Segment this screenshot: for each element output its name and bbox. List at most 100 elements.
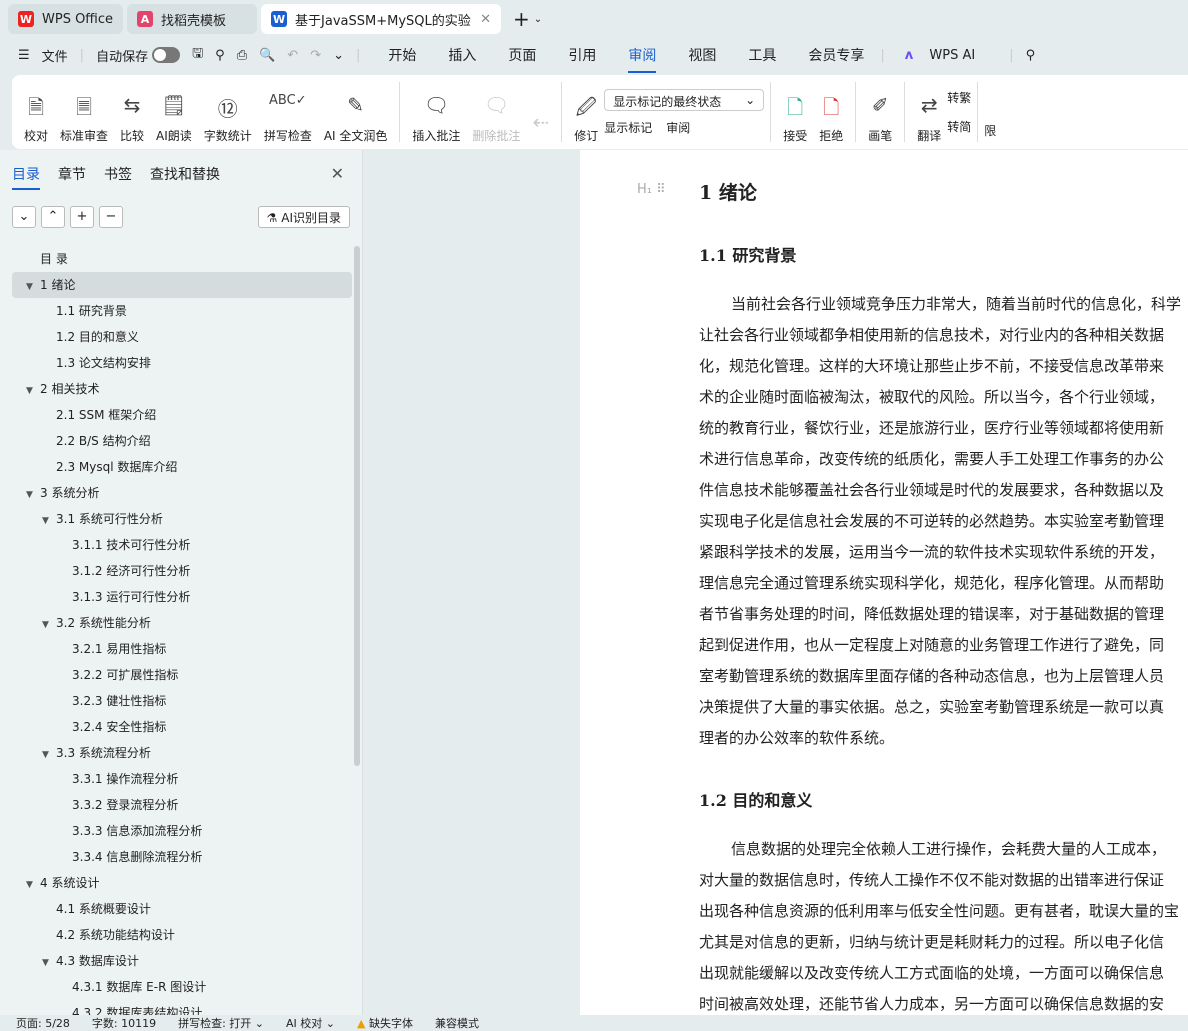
standard-review-button[interactable]: 🗏 标准审查: [54, 80, 114, 144]
toc-item[interactable]: ▼ 3.1 系统可行性分析: [12, 506, 352, 532]
translate-button[interactable]: ⇄ 翻译: [911, 80, 947, 144]
pen-button[interactable]: ✐ 画笔: [862, 80, 898, 144]
close-icon[interactable]: ✕: [480, 12, 491, 27]
share-icon[interactable]: ⚲: [215, 48, 225, 63]
toc-item[interactable]: 3.1.1 技术可行性分析: [12, 532, 352, 558]
markup-state-dropdown[interactable]: 显示标记的最终状态 ⌄: [604, 88, 765, 111]
save-icon[interactable]: 🖫: [192, 44, 203, 66]
toc-item[interactable]: 3.3.4 信息删除流程分析: [12, 844, 352, 870]
delete-comment-button[interactable]: 🗨 删除批注: [466, 80, 526, 144]
autosave-toggle[interactable]: [152, 47, 181, 63]
undo-icon[interactable]: ↶: [287, 48, 298, 63]
collapse-caret-icon[interactable]: ▼: [26, 872, 40, 898]
document-page[interactable]: H₁ ⠿ 1 绪论 1.1 研究背景 当前社会各行业领域竞争压力非常大，随着当前…: [580, 150, 1188, 1015]
tab-member[interactable]: 会员专享: [808, 45, 864, 65]
expand-down-button[interactable]: ⌄: [12, 206, 36, 228]
toc-item[interactable]: ▼ 3 系统分析: [12, 480, 352, 506]
collapse-caret-icon[interactable]: ▼: [42, 612, 56, 638]
pane-tab-chapters[interactable]: 章节: [58, 164, 86, 190]
toc-item[interactable]: ▼ 4.3 数据库设计: [12, 948, 352, 974]
to-simplified-button[interactable]: 转简: [947, 118, 971, 135]
collapse-caret-icon[interactable]: ▼: [42, 508, 56, 534]
chevron-down-icon[interactable]: ⌄: [534, 14, 542, 25]
compare-button[interactable]: ⇆ 比较: [114, 80, 150, 144]
reject-button[interactable]: 🗋 拒绝: [813, 80, 849, 144]
toc-item[interactable]: ▼ 3.3 系统流程分析: [12, 740, 352, 766]
ai-recognize-toc-button[interactable]: ⚗ AI识别目录: [257, 206, 350, 228]
toc-item[interactable]: 4.3.1 数据库 E-R 图设计: [12, 974, 352, 1000]
toc-item[interactable]: 4.2 系统功能结构设计: [12, 922, 352, 948]
tab-page[interactable]: 页面: [508, 45, 536, 65]
toc-item[interactable]: 4.1 系统概要设计: [12, 896, 352, 922]
toc-item[interactable]: ▼ 3.2 系统性能分析: [12, 610, 352, 636]
close-pane-icon[interactable]: ✕: [331, 164, 344, 183]
more-icon[interactable]: ⌄: [333, 48, 344, 63]
word-count-button[interactable]: ⑫ 字数统计: [198, 80, 258, 144]
toc-item[interactable]: 3.1.2 经济可行性分析: [12, 558, 352, 584]
missing-font-status[interactable]: ▲ 缺失字体: [357, 1015, 413, 1031]
toc-item[interactable]: ▼ 1 绪论: [12, 272, 352, 298]
tab-review[interactable]: 审阅: [628, 45, 657, 73]
collapse-up-button[interactable]: ⌃: [41, 206, 65, 228]
toc-scrollbar[interactable]: [354, 246, 360, 766]
toc-item[interactable]: 3.2.4 安全性指标: [12, 714, 352, 740]
toc-item[interactable]: 1.3 论文结构安排: [12, 350, 352, 376]
toc-item[interactable]: 2.1 SSM 框架介绍: [12, 402, 352, 428]
toc-item[interactable]: 2.3 Mysql 数据库介绍: [12, 454, 352, 480]
toc-item[interactable]: 1.1 研究背景: [12, 298, 352, 324]
accept-button[interactable]: 🗋 接受: [777, 80, 813, 144]
menu-icon[interactable]: ☰: [18, 48, 30, 63]
restrict-button[interactable]: 限: [984, 122, 996, 139]
toc-item[interactable]: 3.1.3 运行可行性分析: [12, 584, 352, 610]
page-count[interactable]: 页面: 5/28: [16, 1015, 70, 1031]
collapse-caret-icon[interactable]: ▼: [42, 950, 56, 976]
toc-item[interactable]: 2.2 B/S 结构介绍: [12, 428, 352, 454]
file-menu[interactable]: 文件: [42, 46, 68, 65]
redo-icon[interactable]: ↷: [310, 48, 321, 63]
toc-item[interactable]: 1.2 目的和意义: [12, 324, 352, 350]
collapse-caret-icon[interactable]: ▼: [26, 482, 40, 508]
tab-insert[interactable]: 插入: [448, 45, 476, 65]
proofread-button[interactable]: 🗎 校对: [18, 80, 54, 144]
toc-item[interactable]: 3.2.3 健壮性指标: [12, 688, 352, 714]
ai-polish-button[interactable]: ✎ AI 全文润色: [318, 80, 394, 144]
add-heading-button[interactable]: +: [70, 206, 94, 228]
insert-comment-button[interactable]: 🗨 插入批注: [406, 80, 466, 144]
to-traditional-button[interactable]: 转繁: [947, 89, 971, 106]
tab-start[interactable]: 开始: [388, 45, 416, 65]
tab-wps-office[interactable]: W WPS Office: [8, 4, 124, 34]
collapse-caret-icon[interactable]: ▼: [42, 742, 56, 768]
spell-check-status[interactable]: 拼写检查: 打开 ⌄: [178, 1015, 264, 1031]
search-icon[interactable]: ⚲: [1026, 48, 1036, 63]
heading-handle-icon[interactable]: H₁ ⠿: [637, 182, 666, 197]
toc-item[interactable]: 目 录: [12, 246, 352, 272]
tab-docer[interactable]: A 找稻壳模板: [127, 4, 258, 34]
print-icon[interactable]: ⎙: [237, 48, 247, 63]
prev-comment-button[interactable]: ⇠: [526, 80, 555, 144]
pane-tab-find-replace[interactable]: 查找和替换: [150, 164, 220, 190]
tab-tools[interactable]: 工具: [748, 45, 776, 65]
toc-item[interactable]: 3.2.2 可扩展性指标: [12, 662, 352, 688]
wps-ai-button[interactable]: ʌ WPS AI: [905, 48, 987, 63]
review-pane-button[interactable]: 审阅: [666, 119, 690, 136]
new-tab-icon[interactable]: +: [513, 7, 530, 31]
toc-item[interactable]: ▼ 4 系统设计: [12, 870, 352, 896]
word-count[interactable]: 字数: 10119: [92, 1015, 156, 1031]
print-preview-icon[interactable]: 🔍: [259, 48, 275, 63]
pane-tab-bookmarks[interactable]: 书签: [104, 164, 132, 190]
tab-reference[interactable]: 引用: [568, 45, 596, 65]
tab-document[interactable]: W 基于JavaSSM+MySQL的实验 ✕: [261, 4, 502, 34]
show-markup-button[interactable]: 显示标记: [604, 119, 652, 136]
ai-read-button[interactable]: 🗒 AI朗读: [150, 80, 198, 144]
remove-heading-button[interactable]: −: [99, 206, 123, 228]
toc-item[interactable]: 3.3.3 信息添加流程分析: [12, 818, 352, 844]
track-changes-button[interactable]: 🖉 修订: [568, 80, 604, 144]
toc-item[interactable]: ▼ 2 相关技术: [12, 376, 352, 402]
toc-item[interactable]: 3.2.1 易用性指标: [12, 636, 352, 662]
spell-check-button[interactable]: ABC✓ 拼写检查: [258, 80, 318, 144]
tab-view[interactable]: 视图: [688, 45, 716, 65]
toc-item[interactable]: 3.3.2 登录流程分析: [12, 792, 352, 818]
ai-check-status[interactable]: AI 校对 ⌄: [286, 1015, 335, 1031]
pane-tab-toc[interactable]: 目录: [12, 164, 40, 190]
toc-item[interactable]: 3.3.1 操作流程分析: [12, 766, 352, 792]
